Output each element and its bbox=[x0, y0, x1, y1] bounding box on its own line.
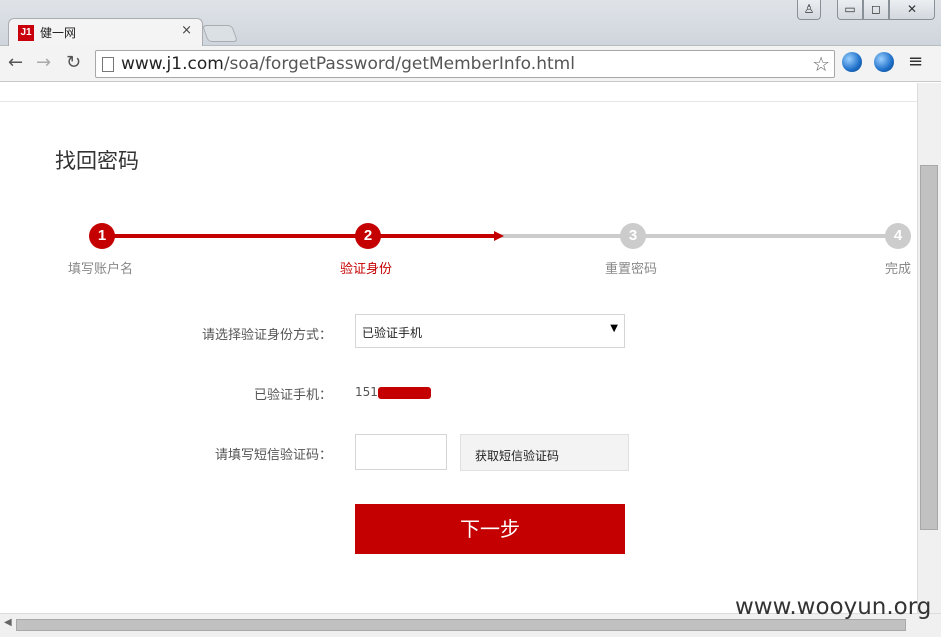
step-3-label: 重置密码 bbox=[605, 262, 658, 277]
horizontal-scroll-thumb[interactable] bbox=[16, 619, 906, 631]
url-text[interactable]: www.j1.com/soa/forgetPassword/getMemberI… bbox=[121, 54, 575, 74]
page-icon bbox=[102, 57, 114, 72]
page-title: 找回密码 bbox=[55, 149, 139, 173]
progress-steps: 1 2 3 4 填写账户名 验证身份 重置密码 完成 bbox=[0, 223, 917, 283]
tab-close-icon[interactable]: × bbox=[181, 23, 192, 38]
divider bbox=[0, 101, 917, 102]
step-2-label: 验证身份 bbox=[340, 262, 393, 277]
reload-icon[interactable]: ↻ bbox=[66, 52, 81, 73]
verify-method-value: 已验证手机 bbox=[362, 326, 423, 340]
minimize-button[interactable]: ▭ bbox=[837, 0, 863, 20]
close-window-button[interactable]: ✕ bbox=[889, 0, 935, 20]
forward-arrow-icon[interactable]: → bbox=[36, 52, 51, 73]
back-arrow-icon[interactable]: ← bbox=[8, 52, 23, 73]
step-4-label: 完成 bbox=[885, 262, 912, 277]
verify-method-label: 请选择验证身份方式： bbox=[201, 328, 332, 343]
progress-arrow-icon bbox=[494, 231, 504, 241]
browser-tab[interactable]: J1 健一网 × bbox=[8, 18, 203, 46]
browser-toolbar: ← → ↻ www.j1.com/soa/forgetPassword/getM… bbox=[0, 46, 941, 82]
step-4-dot: 4 bbox=[885, 223, 911, 249]
tab-title: 健一网 bbox=[40, 26, 77, 40]
next-step-button[interactable]: 下一步 bbox=[355, 504, 625, 554]
sms-code-label: 请填写短信验证码： bbox=[214, 448, 332, 463]
site-favicon-icon: J1 bbox=[18, 25, 34, 41]
progress-track-todo bbox=[500, 234, 897, 238]
watermark: www.wooyun.org bbox=[735, 594, 932, 620]
vertical-scrollbar[interactable] bbox=[917, 83, 941, 613]
chevron-down-icon: ▼ bbox=[610, 323, 618, 334]
vertical-scroll-thumb[interactable] bbox=[920, 165, 938, 530]
browser-titlebar: J1 健一网 × ♙ ▭ ◻ ✕ bbox=[0, 0, 941, 46]
page-viewport: 找回密码 1 2 3 4 填写账户名 验证身份 重置密码 完成 请选择验证身份方… bbox=[0, 83, 917, 613]
get-sms-code-button[interactable]: 获取短信验证码 bbox=[460, 434, 629, 471]
step-2-dot: 2 bbox=[355, 223, 381, 249]
phone-label: 已验证手机： bbox=[253, 388, 332, 403]
redaction-mark bbox=[378, 387, 431, 399]
menu-icon[interactable]: ≡ bbox=[908, 51, 923, 72]
url-path: /soa/forgetPassword/getMemberInfo.html bbox=[223, 54, 575, 74]
address-bar[interactable]: www.j1.com/soa/forgetPassword/getMemberI… bbox=[95, 50, 835, 78]
verify-method-select[interactable]: 已验证手机 ▼ bbox=[355, 314, 625, 348]
user-profile-icon[interactable]: ♙ bbox=[797, 0, 821, 20]
maximize-button[interactable]: ◻ bbox=[863, 0, 889, 20]
globe-extension-icon[interactable] bbox=[874, 52, 894, 72]
url-host: www.j1.com bbox=[121, 54, 224, 74]
phone-number: 151 bbox=[355, 385, 378, 399]
progress-track-done bbox=[102, 234, 500, 238]
step-3-dot: 3 bbox=[620, 223, 646, 249]
bookmark-star-icon[interactable]: ☆ bbox=[812, 52, 830, 76]
scroll-left-icon[interactable]: ◀ bbox=[4, 617, 12, 628]
step-1-label: 填写账户名 bbox=[68, 262, 134, 277]
new-tab-button[interactable] bbox=[201, 25, 239, 42]
sms-code-input[interactable] bbox=[355, 434, 447, 470]
globe-extension-icon[interactable] bbox=[842, 52, 862, 72]
step-1-dot: 1 bbox=[89, 223, 115, 249]
